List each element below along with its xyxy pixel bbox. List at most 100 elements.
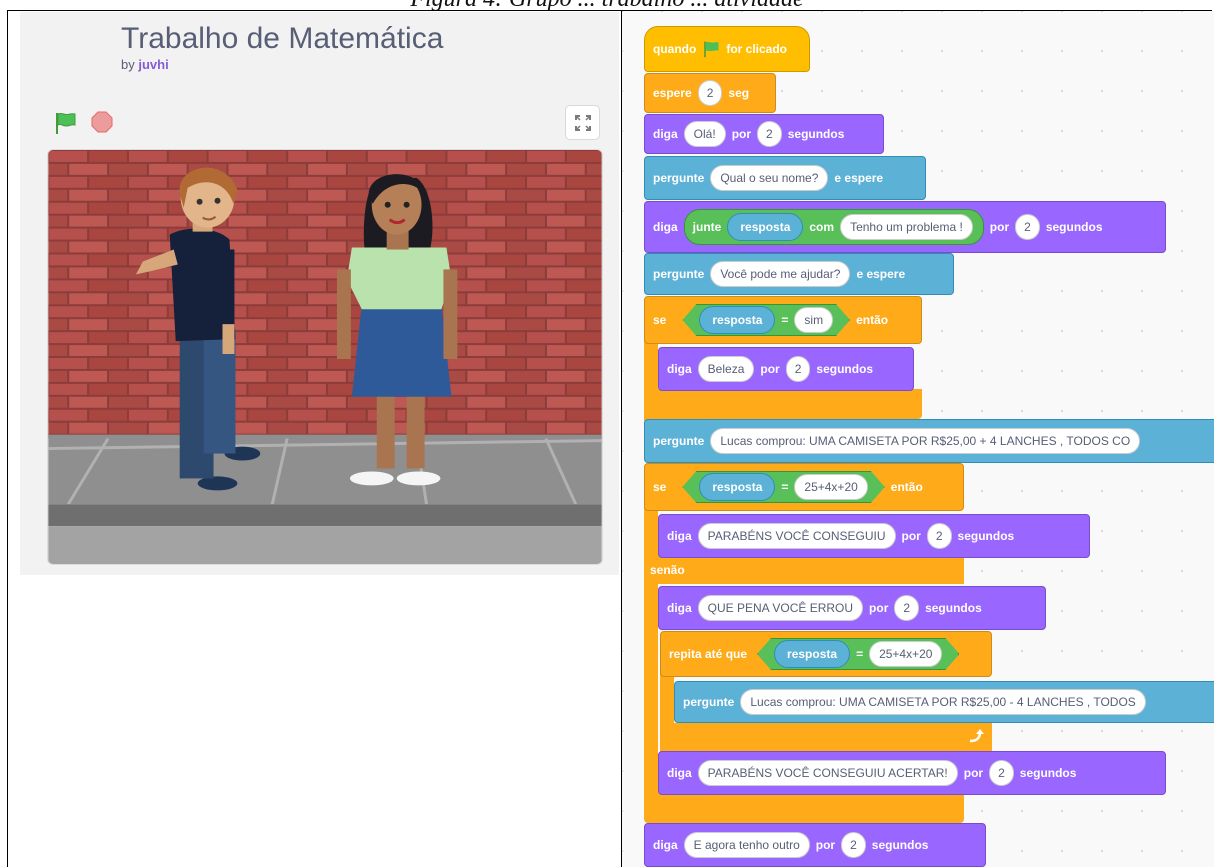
block-ask-and-wait-2[interactable]: pergunte Você pode me ajudar? e espere	[644, 253, 954, 295]
b1-label: quando	[653, 42, 697, 56]
stop-icon[interactable]	[91, 111, 113, 133]
say-secs-input[interactable]: 2	[757, 121, 782, 147]
block-say-wrong[interactable]: diga QUE PENA VOCÊ ERROU por 2 segundos	[658, 586, 1046, 630]
curb	[48, 504, 602, 527]
ask-text-input-3[interactable]: Lucas comprou: UMA CAMISETA POR R$25,00 …	[710, 428, 1141, 454]
loop-arrow-icon	[969, 729, 984, 743]
block-when-flag-clicked[interactable]: quando for clicado	[644, 26, 810, 72]
b3-por: por	[731, 127, 752, 141]
else-label: senão	[650, 563, 685, 577]
answer-reporter[interactable]: resposta	[699, 473, 775, 501]
b7-then: então	[856, 313, 889, 327]
b5-por: por	[989, 220, 1010, 234]
join-label: junte	[692, 220, 722, 234]
say-text-input[interactable]: E agora tenho outro	[683, 832, 810, 858]
green-flag-icon	[704, 41, 719, 58]
project-player: Trabalho de Matemática by juvhi	[20, 12, 619, 575]
equals-sign: =	[856, 647, 864, 661]
b10-label: se	[653, 480, 667, 494]
street	[48, 526, 602, 564]
b3-unit: segundos	[787, 127, 845, 141]
say-secs-input[interactable]: 2	[926, 523, 952, 549]
block-ask-long-2[interactable]: pergunte Lucas comprou: UMA CAMISETA POR…	[674, 681, 1214, 723]
compare-value-input[interactable]: sim	[794, 307, 833, 333]
b15-label: pergunte	[683, 695, 735, 709]
b16-unit: segundos	[1019, 766, 1077, 780]
b4-suffix: e espere	[834, 171, 884, 185]
b8-label: diga	[667, 362, 692, 376]
block-ask-and-wait[interactable]: pergunte Qual o seu nome? e espere	[644, 156, 926, 200]
block-say-for-secs-2[interactable]: diga Beleza por 2 segundos	[658, 347, 914, 391]
ask-text-input-4[interactable]: Lucas comprou: UMA CAMISETA POR R$25,00 …	[740, 689, 1146, 715]
equals-operator-3[interactable]: resposta = 25+4x+20	[757, 638, 959, 670]
b6-suffix: e espere	[856, 267, 906, 281]
block-repeat-until[interactable]: repita até que resposta = 25+4x+20	[660, 631, 992, 677]
b17-unit: segundos	[871, 838, 929, 852]
block-say-success[interactable]: diga PARABÉNS VOCÊ CONSEGUIU ACERTAR! po…	[658, 751, 1166, 795]
ask-text-input-2[interactable]: Você pode me ajudar?	[710, 261, 851, 287]
block-ask-long[interactable]: pergunte Lucas comprou: UMA CAMISETA POR…	[644, 419, 1214, 463]
b16-label: diga	[667, 766, 692, 780]
b13-unit: segundos	[925, 601, 982, 615]
b7-label: se	[653, 313, 667, 327]
say-text-input[interactable]: Olá!	[683, 121, 726, 147]
say-text-input[interactable]: Beleza	[697, 356, 755, 382]
equals-sign: =	[781, 313, 789, 327]
equals-operator-2[interactable]: resposta = 25+4x+20	[682, 471, 884, 503]
b5-label: diga	[653, 220, 678, 234]
brick-wall	[48, 150, 602, 439]
answer-reporter[interactable]: resposta	[699, 306, 775, 334]
b16-por: por	[963, 766, 984, 780]
b17-por: por	[815, 838, 836, 852]
green-flag-icon[interactable]	[53, 111, 77, 135]
ask-text-input[interactable]: Qual o seu nome?	[710, 165, 829, 191]
join-operator[interactable]: junte resposta com Tenho um problema !	[683, 209, 984, 245]
b4-label: pergunte	[653, 171, 705, 185]
by-label: by	[121, 57, 135, 72]
block-say-another[interactable]: diga E agora tenho outro por 2 segundos	[644, 823, 986, 867]
b11-label: diga	[667, 529, 692, 543]
b9-label: pergunte	[653, 434, 705, 448]
stage[interactable]	[47, 149, 603, 565]
b8-unit: segundos	[816, 362, 874, 376]
block-say-for-secs[interactable]: diga Olá! por 2 segundos	[644, 114, 884, 154]
fullscreen-icon	[574, 114, 591, 131]
author-link[interactable]: juvhi	[138, 57, 168, 72]
equals-operator[interactable]: resposta = sim	[682, 304, 850, 336]
say-secs-input[interactable]: 2	[894, 595, 920, 621]
equals-sign: =	[781, 480, 789, 494]
b13-por: por	[869, 601, 889, 615]
compare-value-input-3[interactable]: 25+4x+20	[869, 641, 942, 667]
say-text-input[interactable]: PARABÉNS VOCÊ CONSEGUIU	[697, 523, 896, 549]
b5-unit: segundos	[1045, 220, 1103, 234]
block-say-congrats[interactable]: diga PARABÉNS VOCÊ CONSEGUIU por 2 segun…	[658, 514, 1090, 558]
b13-label: diga	[667, 601, 692, 615]
b2-unit: seg	[728, 86, 750, 100]
say-text-input[interactable]: QUE PENA VOCÊ ERROU	[697, 595, 864, 621]
b11-por: por	[901, 529, 921, 543]
answer-reporter[interactable]: resposta	[774, 640, 850, 668]
say-secs-input[interactable]: 2	[1015, 214, 1040, 240]
b6-label: pergunte	[653, 267, 705, 281]
join-text-input[interactable]: Tenho um problema !	[840, 214, 973, 240]
b2-label: espere	[653, 86, 692, 100]
say-text-input[interactable]: PARABÉNS VOCÊ CONSEGUIU ACERTAR!	[697, 760, 958, 786]
say-secs-input[interactable]: 2	[989, 760, 1014, 786]
say-secs-input[interactable]: 2	[841, 832, 866, 858]
if-else-arm	[644, 499, 658, 819]
block-wait[interactable]: espere 2 seg	[644, 73, 776, 113]
block-say-join[interactable]: diga junte resposta com Tenho um problem…	[644, 201, 1166, 253]
block-if[interactable]: se resposta = sim então	[644, 296, 922, 344]
fullscreen-button[interactable]	[565, 105, 600, 140]
b3-label: diga	[653, 127, 678, 141]
wait-seconds-input[interactable]: 2	[697, 80, 723, 106]
b10-then: então	[890, 480, 923, 494]
compare-value-input-2[interactable]: 25+4x+20	[794, 474, 867, 500]
b1-label-2: for clicado	[726, 42, 788, 56]
b8-por: por	[760, 362, 780, 376]
say-secs-input[interactable]: 2	[785, 356, 811, 382]
answer-reporter[interactable]: resposta	[727, 213, 804, 241]
block-if-else[interactable]: se resposta = 25+4x+20 então	[644, 463, 964, 511]
project-byline: by juvhi	[121, 57, 169, 72]
code-area[interactable]: quando for clicado espere 2 seg diga Olá…	[622, 11, 1214, 867]
